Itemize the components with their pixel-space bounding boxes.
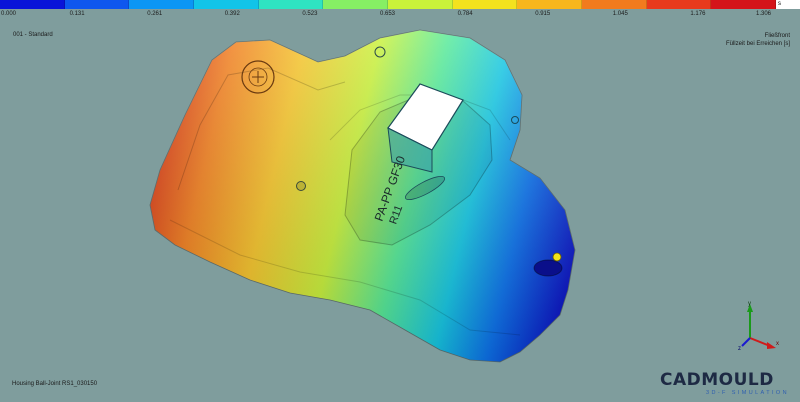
model-viewport[interactable]: PA-PP GF30 R11 [0,0,800,402]
part-name: Housing Ball-Joint RS1_030150 [12,381,98,387]
triad-z-label: z [738,346,741,352]
logo-sub-text: 3D-F SIMULATION [706,390,789,396]
axis-triad-icon: y x z [738,301,779,352]
cadmould-logo: CADMOULD 3D-F SIMULATION [660,372,792,398]
triad-x-label: x [776,341,779,347]
triad-y-label: y [748,301,751,307]
housing-part [149,29,576,363]
logo-main-text: CADMOULD [660,370,774,390]
